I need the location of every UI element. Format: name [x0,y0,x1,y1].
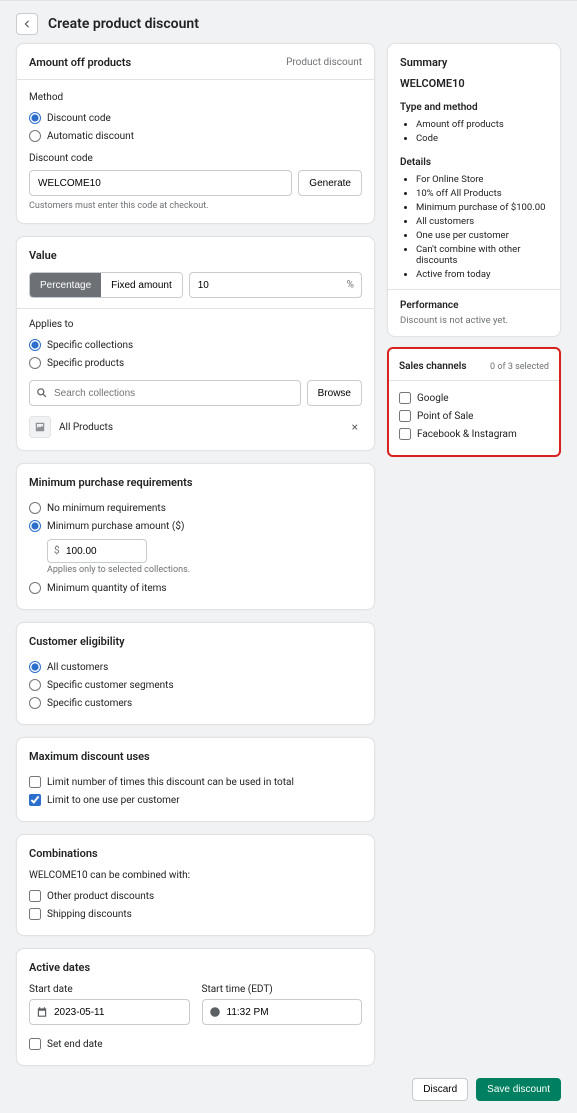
discard-button[interactable]: Discard [412,1078,468,1101]
percent-suffix: % [347,280,354,291]
summary-name: WELCOME10 [388,77,560,98]
list-item: 10% off All Products [416,186,548,200]
combo-product-check[interactable]: Other product discounts [29,887,362,905]
max-uses-card: Maximum discount uses Limit number of ti… [16,737,375,822]
list-item: Code [416,131,548,145]
list-item: One use per customer [416,228,548,242]
clock-icon [209,1006,221,1018]
combo-text: WELCOME10 can be combined with: [29,870,362,881]
sales-google-check[interactable]: Google [399,389,549,407]
search-collections-input[interactable] [29,380,301,406]
amount-title: Amount off products [29,56,131,69]
list-item: Amount off products [416,117,548,131]
page-header: Create product discount [0,0,577,43]
list-item: Minimum purchase of $100.00 [416,200,548,214]
start-time-input[interactable] [202,999,363,1025]
list-item: Can't combine with other discounts [416,242,548,267]
percentage-tab[interactable]: Percentage [30,273,101,297]
summary-type-list: Amount off products Code [400,117,548,145]
max-title: Maximum discount uses [29,750,362,763]
sales-pos-check[interactable]: Point of Sale [399,407,549,425]
sales-title: Sales channels [399,361,467,372]
applies-label: Applies to [29,319,362,330]
combo-shipping-check[interactable]: Shipping discounts [29,905,362,923]
min-amount-radio[interactable]: Minimum purchase amount ($) [29,517,362,535]
remove-tag-icon[interactable]: × [348,420,362,434]
min-amount-help: Applies only to selected collections. [47,565,362,575]
list-item: All customers [416,214,548,228]
dollar-prefix: $ [54,546,60,557]
summary-details-h: Details [400,157,548,168]
code-label: Discount code [29,153,362,164]
summary-details-list: For Online Store 10% off All Products Mi… [400,172,548,281]
performance-h: Performance [400,300,548,311]
dates-title: Active dates [29,961,362,974]
image-icon [29,416,51,438]
amount-card: Amount off products Product discount Met… [16,43,375,224]
fixed-amount-tab[interactable]: Fixed amount [101,273,182,297]
method-label: Method [29,92,362,103]
list-item: For Online Store [416,172,548,186]
elig-specific-radio[interactable]: Specific customers [29,694,362,712]
combinations-card: Combinations WELCOME10 can be combined w… [16,834,375,936]
applies-collections-radio[interactable]: Specific collections [29,336,362,354]
page-title: Create product discount [48,16,199,32]
browse-button[interactable]: Browse [307,380,362,406]
discount-code-input[interactable] [29,170,292,196]
back-button[interactable] [16,13,38,35]
summary-card: Summary WELCOME10 Type and method Amount… [387,43,561,337]
min-title: Minimum purchase requirements [29,476,362,489]
footer-actions: Discard Save discount [0,1066,577,1101]
calendar-icon [36,1006,48,1018]
list-item: Active from today [416,267,548,281]
limit-one-check[interactable]: Limit to one use per customer [29,791,362,809]
value-title: Value [29,249,362,262]
applies-products-radio[interactable]: Specific products [29,354,362,372]
value-card: Value Percentage Fixed amount % Applies … [16,236,375,451]
elig-all-radio[interactable]: All customers [29,658,362,676]
start-time-label: Start time (EDT) [202,984,363,995]
generate-button[interactable]: Generate [298,170,362,196]
summary-title: Summary [388,44,560,77]
min-none-radio[interactable]: No minimum requirements [29,499,362,517]
sales-facebook-check[interactable]: Facebook & Instagram [399,425,549,443]
collection-tag: All Products × [29,416,362,438]
limit-total-check[interactable]: Limit number of times this discount can … [29,773,362,791]
eligibility-card: Customer eligibility All customers Speci… [16,622,375,725]
method-code-radio[interactable]: Discount code [29,109,362,127]
search-icon [36,387,48,399]
performance-text: Discount is not active yet. [400,315,548,326]
value-input[interactable] [189,272,362,298]
sales-count: 0 of 3 selected [490,362,549,372]
code-help: Customers must enter this code at checko… [29,201,362,211]
dates-card: Active dates Start date Start time (EDT) [16,948,375,1066]
set-end-date-check[interactable]: Set end date [29,1035,362,1053]
elig-segments-radio[interactable]: Specific customer segments [29,676,362,694]
save-discount-button[interactable]: Save discount [476,1078,561,1101]
min-purchase-card: Minimum purchase requirements No minimum… [16,463,375,610]
arrow-left-icon [21,18,33,30]
summary-type-h: Type and method [400,102,548,113]
min-qty-radio[interactable]: Minimum quantity of items [29,579,362,597]
method-auto-radio[interactable]: Automatic discount [29,127,362,145]
value-type-segment: Percentage Fixed amount [29,272,183,298]
elig-title: Customer eligibility [29,635,362,648]
sales-channels-card: Sales channels 0 of 3 selected Google Po… [387,347,561,457]
start-date-label: Start date [29,984,190,995]
tag-label: All Products [59,422,340,433]
combo-title: Combinations [29,847,362,860]
start-date-input[interactable] [29,999,190,1025]
min-amount-input[interactable] [47,539,147,563]
product-discount-badge: Product discount [286,57,362,68]
